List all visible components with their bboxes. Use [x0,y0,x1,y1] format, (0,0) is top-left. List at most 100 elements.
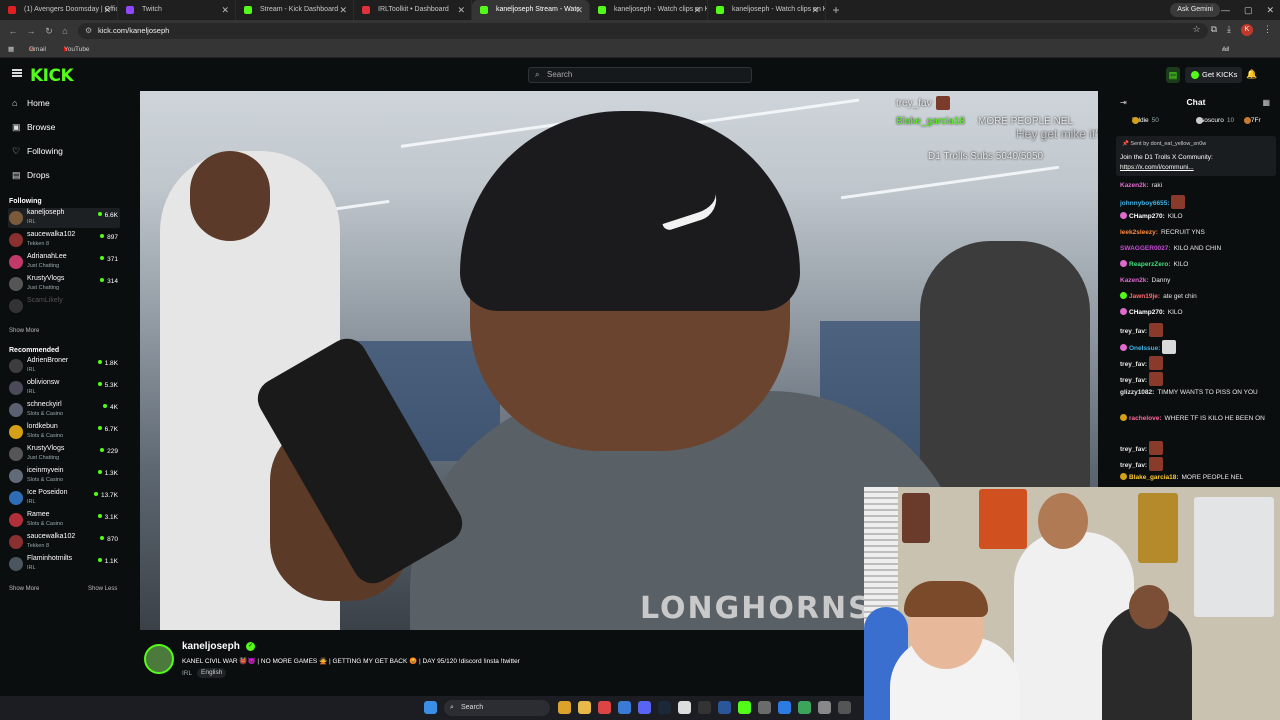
ask-gemini-button[interactable]: Ask Gemini [1170,3,1220,17]
kick-extension-icon[interactable]: ▤ [1166,67,1180,83]
sidebar-nav-home[interactable]: ⌂ Home [12,96,50,110]
chat-username[interactable]: CHamp270: [1129,309,1165,316]
close-window-icon[interactable]: ✕ [1266,0,1274,20]
browser-tab[interactable]: IRLToolkit • Dashboard ✕ [354,0,472,20]
discord-icon[interactable] [638,701,651,714]
taskbar-search[interactable]: ⌕ Search [444,700,550,716]
chat-username[interactable]: trey_fav: [1120,361,1147,368]
show-less-recommended[interactable]: Show Less [88,586,117,592]
start-icon[interactable] [424,701,437,714]
chat-username[interactable]: glizzy1082: [1120,389,1154,396]
show-more-following[interactable]: Show More [9,328,39,334]
tab-close-icon[interactable]: ✕ [339,0,347,20]
chat-username[interactable]: trey_fav: [1120,377,1147,384]
chat-username[interactable]: Kazen2k: [1120,182,1149,189]
chat-username[interactable]: ReaperzZero: [1129,261,1171,268]
reload-icon[interactable]: ↻ [42,24,56,38]
chat-username[interactable]: Jawn19je: [1129,293,1160,300]
forward-icon[interactable]: → [24,24,38,38]
maximize-icon[interactable]: ▢ [1244,0,1253,20]
new-tab-icon[interactable]: + [826,0,846,20]
show-more-recommended[interactable]: Show More [9,586,39,592]
bookmark-star-icon[interactable]: ☆ [1193,24,1201,36]
chat-username[interactable]: OneIssue: [1129,345,1160,352]
chat-username[interactable]: Kazen2k: [1120,277,1149,284]
pinned-link[interactable]: https://x.com/i/communi... [1120,164,1194,171]
menu-kebab-icon[interactable]: ⋮ [1263,24,1272,36]
downloads-icon[interactable]: ⤓ [1227,24,1231,36]
recommended-channel-item[interactable]: schneckyirl Slots & Casino 4K [8,400,120,420]
following-channel-item[interactable]: kaneljoseph IRL 6.6K [8,208,120,228]
streamer-name[interactable]: kaneljoseph [182,641,240,652]
streamer-avatar[interactable] [144,644,174,674]
following-channel-item[interactable]: KrustyVlogs Just Chatting 314 [8,274,120,294]
pinned-message[interactable]: 📌 Sent by dont_eat_yellow_sn0w Join the … [1116,136,1276,176]
chat-username[interactable]: Blake_garcia18: [1129,474,1179,481]
chat-username[interactable]: trey_fav: [1120,446,1147,453]
following-channel-item[interactable]: ScamLikely [8,296,120,316]
app-icon[interactable] [798,701,811,714]
app-icon[interactable] [818,701,831,714]
address-bar[interactable]: ⚙ kick.com/kaneljoseph [78,23,1208,39]
browser-tab[interactable]: (1) Avengers Doomsday | Officia ✕ [0,0,118,20]
tab-close-icon[interactable]: ✕ [811,0,819,20]
app-icon[interactable] [598,701,611,714]
app-icon[interactable] [718,701,731,714]
home-page-icon[interactable]: ⌂ [58,24,72,38]
stream-language-tag[interactable]: English [197,668,227,678]
settings-icon[interactable] [838,701,851,714]
chat-username[interactable]: trey_fav: [1120,462,1147,469]
file-explorer-icon[interactable] [578,701,591,714]
chat-username[interactable]: SWAGGER0027: [1120,245,1171,252]
kick-logo[interactable]: KICK [30,66,74,86]
browser-tab[interactable]: kaneljoseph Stream - Watc ✕ [472,0,590,20]
tab-close-icon[interactable]: ✕ [575,0,583,20]
notification-bell-icon[interactable]: 🔔 [1246,69,1257,80]
steam-icon[interactable] [658,701,671,714]
recommended-channel-item[interactable]: lordkebun Slots & Casino 6.7K [8,422,120,442]
app-icon[interactable] [618,701,631,714]
sidebar-nav-following[interactable]: ♡ Following [12,144,63,158]
get-kicks-button[interactable]: Get KICKs [1185,67,1243,83]
chat-username[interactable]: leek2sleezy: [1120,229,1158,236]
chat-settings-icon[interactable]: ▦ [1262,98,1270,107]
recommended-channel-item[interactable]: KrustyVlogs Just Chatting 229 [8,444,120,464]
browser-tab[interactable]: kaneljoseph - Watch clips on K ✕ [590,0,708,20]
sidebar-nav-drops[interactable]: ▤ Drops [12,168,50,182]
browser-tab[interactable]: Twitch ✕ [118,0,236,20]
recommended-channel-item[interactable]: saucewalka102 Tekken 8 870 [8,532,120,552]
recommended-channel-item[interactable]: Flaminhotmilts IRL 1.1K [8,554,120,574]
kick-search-input[interactable]: ⌕ Search [528,67,752,83]
chat-username[interactable]: rachelove: [1129,415,1162,422]
recommended-channel-item[interactable]: AdrienBroner IRL 1.8K [8,356,120,376]
browser-tab[interactable]: kaneljoseph - Watch clips on K ✕ [708,0,826,20]
hamburger-menu-icon[interactable] [12,69,22,77]
following-channel-item[interactable]: saucewalka102 Tekken 8 897 [8,230,120,250]
apps-icon[interactable]: ▦ [8,42,14,58]
following-channel-item[interactable]: AdrianahLee Just Chatting 371 [8,252,120,272]
tab-close-icon[interactable]: ✕ [693,0,701,20]
stream-category[interactable]: IRL [182,670,192,677]
chat-username[interactable]: johnnyboy6655: [1120,200,1169,207]
app-icon[interactable] [678,701,691,714]
top-gifter[interactable]: sp7Fr [1244,117,1264,124]
profile-avatar[interactable]: K [1241,24,1253,36]
top-gifter[interactable]: Ososcuro 10 [1196,117,1234,124]
recommended-channel-item[interactable]: oblivionsw IRL 5.3K [8,378,120,398]
top-gifter[interactable]: Eddie 50 [1132,117,1159,124]
kick-taskbar-icon[interactable] [738,701,751,714]
app-icon[interactable] [778,701,791,714]
chrome-icon[interactable] [558,701,571,714]
back-icon[interactable]: ← [6,24,20,38]
site-info-icon[interactable]: ⚙ [85,23,92,39]
chat-username[interactable]: trey_fav: [1120,328,1147,335]
recommended-channel-item[interactable]: Ramee Slots & Casino 3.1K [8,510,120,530]
extensions-icon[interactable]: ⧉ [1211,24,1217,36]
sidebar-nav-browse[interactable]: ▣ Browse [12,120,55,134]
minimize-icon[interactable]: — [1221,0,1230,20]
app-icon[interactable] [758,701,771,714]
recommended-channel-item[interactable]: iceinmyvein Slots & Casino 1.3K [8,466,120,486]
tab-close-icon[interactable]: ✕ [221,0,229,20]
browser-tab[interactable]: Stream - Kick Dashboard ✕ [236,0,354,20]
recommended-channel-item[interactable]: Ice Poseidon IRL 13.7K [8,488,120,508]
